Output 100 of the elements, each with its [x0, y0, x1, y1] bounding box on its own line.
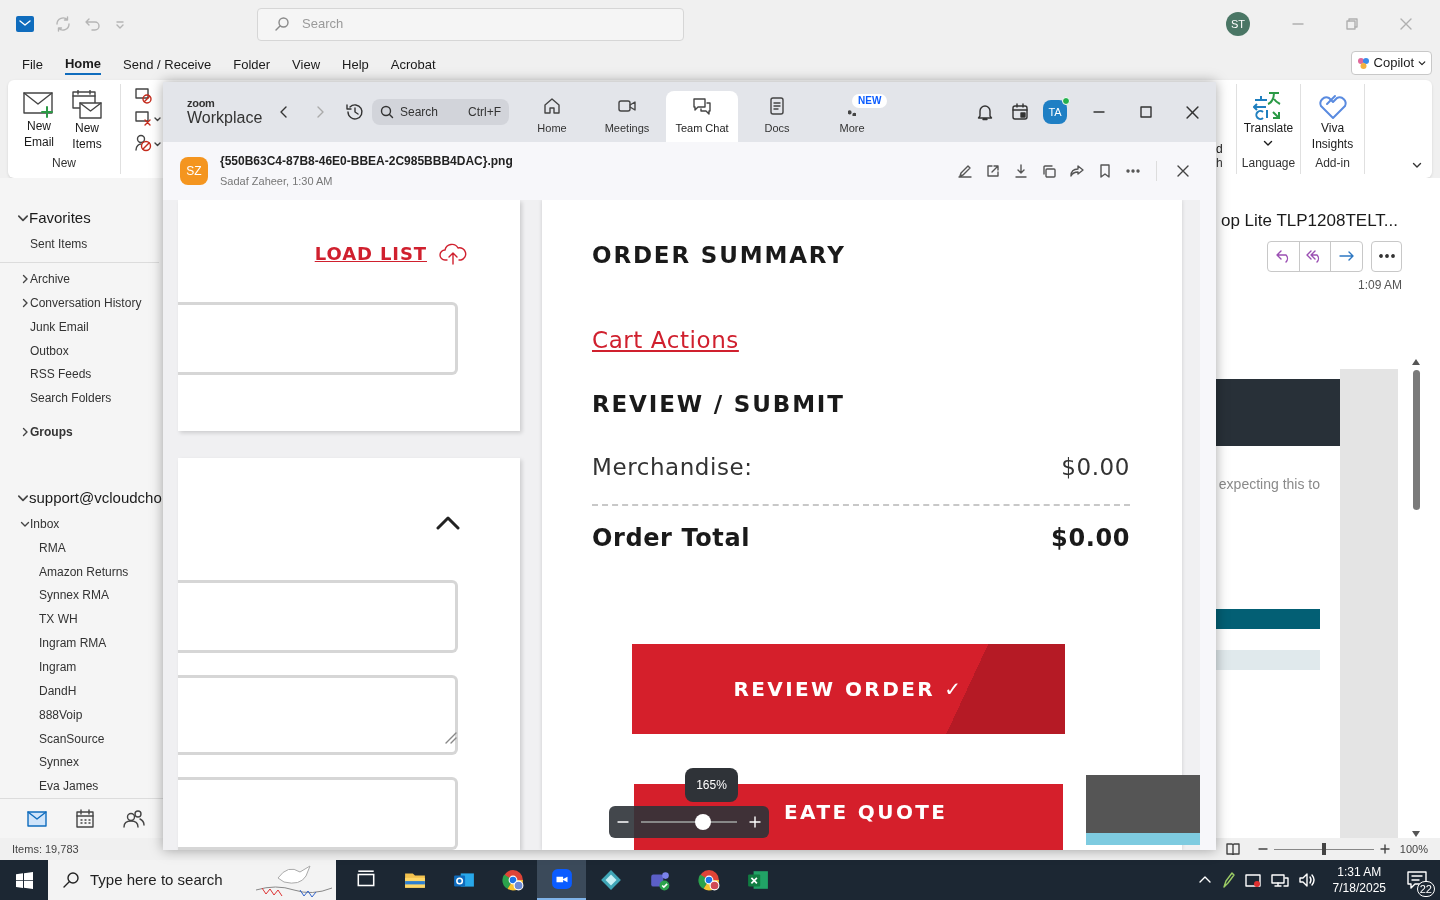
bookmark-icon[interactable]	[1098, 164, 1112, 178]
total-value: $0.00	[1051, 523, 1130, 554]
chevron-right-icon[interactable]	[20, 273, 30, 284]
security-icon[interactable]	[1244, 872, 1261, 888]
nav-tab[interactable]: Home	[516, 91, 588, 142]
folder-item[interactable]: Ingram RMA	[39, 634, 107, 653]
load-list-link[interactable]: LOAD LIST	[314, 240, 427, 267]
folder-item[interactable]: RSS Feeds	[30, 365, 92, 384]
folder-item[interactable]: Inbox	[30, 514, 60, 533]
folder-item[interactable]: Archive	[30, 269, 70, 288]
ignore-icon[interactable]	[135, 88, 153, 104]
people-icon[interactable]	[123, 809, 145, 828]
folder-item[interactable]: Eva James	[39, 777, 99, 796]
scroll-up-icon[interactable]	[1411, 357, 1421, 366]
folder-item[interactable]: RMA	[39, 538, 66, 557]
brand-small: zoom	[187, 98, 216, 109]
search-field[interactable]: Search Ctrl+F	[372, 99, 509, 125]
folder-item[interactable]: Synnex	[39, 753, 80, 772]
block-sender-icon[interactable]	[135, 134, 161, 152]
folder-item[interactable]: TX WH	[39, 610, 78, 629]
chevron-right-icon[interactable]	[20, 297, 30, 308]
email-time: 1:09 AM	[1357, 276, 1402, 294]
open-external-icon[interactable]	[986, 164, 1000, 178]
more-icon[interactable]	[1126, 169, 1140, 173]
folder-item[interactable]: Synnex RMA	[39, 586, 110, 605]
reading-view-icon[interactable]	[1225, 843, 1240, 855]
copilot-button[interactable]: Copilot	[1350, 51, 1432, 75]
app-logo-icon	[16, 15, 34, 33]
zoom-slider[interactable]	[1273, 843, 1374, 855]
menu-tab[interactable]: Home	[64, 51, 102, 75]
scrollbar-thumb[interactable]	[1412, 369, 1420, 510]
folder-item[interactable]: Junk Email	[30, 317, 89, 336]
network-icon[interactable]	[1270, 872, 1289, 888]
menu-tab[interactable]: Send / Receive	[123, 51, 212, 75]
edit-icon[interactable]	[958, 164, 972, 178]
translate-button[interactable]: Translate	[1243, 90, 1294, 148]
nav-tab[interactable]: Meetings	[591, 91, 663, 142]
document-icon	[767, 96, 787, 117]
menu-tab[interactable]: File	[22, 51, 43, 75]
folder-item[interactable]: Amazon Returns	[39, 562, 129, 581]
folder-item[interactable]: Groups	[30, 423, 73, 442]
taskbar-search-field[interactable]: Type here to search	[48, 860, 336, 900]
folder-item[interactable]: DandH	[39, 681, 77, 700]
folder-item[interactable]: Favorites	[29, 206, 91, 230]
clock[interactable]: 1:31 AM 7/18/2025	[1326, 864, 1392, 896]
close-icon[interactable]	[1177, 165, 1189, 177]
house-icon	[542, 96, 562, 117]
new-email-button[interactable]: New Email	[19, 90, 59, 152]
nav-tab[interactable]: Docs	[741, 91, 813, 142]
notifications-button[interactable]: 22	[1402, 860, 1432, 900]
folder-item[interactable]: Ingram	[39, 657, 77, 676]
menu-tab[interactable]: Help	[342, 51, 369, 75]
chevron-down-icon[interactable]	[1412, 160, 1422, 170]
zoom-in-icon[interactable]	[1379, 844, 1390, 854]
folder-item[interactable]: Sent Items	[30, 235, 88, 253]
chevron-up-icon[interactable]	[436, 516, 460, 530]
volume-icon[interactable]	[1298, 872, 1317, 888]
group-label: Language	[1241, 155, 1296, 172]
maximize-icon[interactable]	[1140, 106, 1152, 118]
folder-item[interactable]: support@vcloudcho	[29, 486, 162, 510]
chevron-down-icon[interactable]	[17, 212, 29, 224]
calendar-icon[interactable]	[75, 808, 95, 829]
bird-icon	[254, 862, 334, 898]
menu-tab[interactable]: View	[292, 51, 321, 75]
mail-icon[interactable]	[27, 810, 47, 827]
user-avatar[interactable]: TA	[1043, 100, 1067, 124]
nav-tab[interactable]: Team Chat	[666, 91, 738, 142]
back-icon[interactable]	[279, 105, 289, 119]
zoom-slider-track[interactable]	[641, 814, 737, 830]
zoom-slider-thumb[interactable]	[695, 814, 712, 830]
more-actions-button[interactable]	[1371, 240, 1402, 272]
scroll-down-icon[interactable]	[1411, 830, 1421, 838]
summary-value: $0.00	[1061, 452, 1130, 482]
video-app-icon	[550, 868, 573, 890]
history-icon[interactable]	[345, 102, 365, 122]
bell-icon[interactable]	[976, 103, 994, 121]
copy-image-icon[interactable]	[1042, 164, 1056, 178]
folder-item[interactable]: Search Folders	[30, 389, 112, 408]
folder-item[interactable]: Outbox	[30, 341, 69, 360]
review-order-button[interactable]: REVIEW ORDER ✓	[632, 644, 1065, 735]
menu-tab[interactable]: Folder	[233, 51, 271, 75]
menu-tab[interactable]: Acrobat	[390, 51, 436, 75]
cart-actions-link[interactable]: Cart Actions	[592, 326, 739, 353]
chevron-right-icon[interactable]	[20, 427, 30, 438]
delete-mail-icon[interactable]	[135, 111, 161, 127]
folder-item[interactable]: ScanSource	[39, 729, 105, 748]
download-icon[interactable]	[1014, 164, 1028, 178]
account-avatar[interactable]: ST	[1226, 12, 1250, 36]
new-items-button[interactable]: New Items	[65, 90, 109, 152]
brand-name: Workplace	[187, 110, 264, 126]
folder-item[interactable]: Conversation History	[30, 293, 142, 312]
close-icon[interactable]	[1186, 105, 1199, 119]
nav-tab[interactable]: NEW More	[816, 91, 888, 142]
more-icon	[1378, 254, 1395, 258]
calendar-icon[interactable]	[1011, 103, 1029, 121]
pen-icon[interactable]	[1220, 872, 1235, 888]
folder-item[interactable]: 888Voip	[39, 705, 83, 724]
share-icon[interactable]	[1070, 164, 1084, 178]
taskbar-app[interactable]	[537, 860, 586, 900]
viva-insights-button[interactable]: Viva Insights	[1301, 90, 1364, 152]
